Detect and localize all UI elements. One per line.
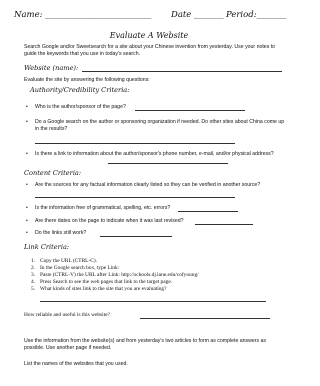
- content-question-dates: Are there dates on the page to indicate …: [35, 218, 184, 224]
- content-question-sources: Are the sources for any factual informat…: [35, 182, 261, 188]
- answer-line: [140, 318, 270, 319]
- link-heading: Link Criteria:: [24, 243, 70, 251]
- bullet: •: [26, 104, 28, 110]
- answer-line: [35, 197, 235, 198]
- answer-line: [100, 236, 172, 237]
- link-step-5: What kinds of sites link to the site tha…: [40, 286, 167, 292]
- authority-question-author: Who is the author/sponsor of the page?: [35, 104, 126, 110]
- answer-line: [108, 163, 228, 164]
- content-heading: Content Criteria:: [24, 169, 82, 177]
- answer-line: [195, 224, 253, 225]
- authority-question-contact: Is there a link to information about the…: [35, 151, 274, 157]
- answer-line: [35, 143, 235, 144]
- bullet: •: [26, 182, 28, 188]
- evaluate-instructions: Evaluate the site by answering the follo…: [24, 77, 150, 83]
- date-field: Date _______: [171, 10, 224, 20]
- link-step-2: In the Google search box, type Link:: [40, 265, 120, 271]
- bullet: •: [26, 205, 28, 211]
- worksheet-title: Evaluate A Website: [109, 31, 189, 40]
- reliability-question: How reliable and useful is this website?: [24, 312, 110, 318]
- answer-line: [135, 110, 245, 111]
- authority-question-search: Do a Google search on the author or spon…: [35, 119, 285, 132]
- closing-instructions: Use the information from the website(s) …: [24, 338, 267, 352]
- content-question-links: Do the links still work?: [35, 230, 87, 236]
- worksheet-page: Name: _________________________ Date ___…: [0, 0, 298, 386]
- content-question-errors: Is the information free of grammatical, …: [35, 205, 171, 211]
- link-step-number: 3.: [31, 272, 36, 278]
- bullet: •: [26, 230, 28, 236]
- bullet: •: [26, 151, 28, 157]
- link-step-4: Press Search to see the web pages that l…: [40, 279, 173, 285]
- link-step-number: 2.: [31, 265, 36, 271]
- websites-list-prompt: List the names of the websites that you …: [24, 361, 128, 367]
- answer-line: [178, 211, 238, 212]
- link-step-number: 5.: [31, 286, 36, 292]
- answer-line: [40, 301, 266, 302]
- bullet: •: [26, 218, 28, 224]
- period-field: Period:_______: [226, 10, 287, 20]
- name-field: Name: _________________________: [14, 10, 152, 20]
- link-step-1: Copy the URL (CTRL-C).: [40, 258, 97, 264]
- link-step-number: 4.: [31, 279, 36, 285]
- website-label: Website (name):: [24, 64, 79, 72]
- bullet: •: [26, 119, 28, 125]
- authority-heading: Authority/Credibility Criteria:: [30, 86, 130, 94]
- website-answer-line: [82, 71, 282, 72]
- intro-paragraph: Search Google and/or Sweetsearch for a s…: [24, 44, 276, 58]
- link-step-number: 1.: [31, 258, 36, 264]
- link-step-3: Paste (CTRL-V) the URL after Link: http:…: [40, 272, 199, 278]
